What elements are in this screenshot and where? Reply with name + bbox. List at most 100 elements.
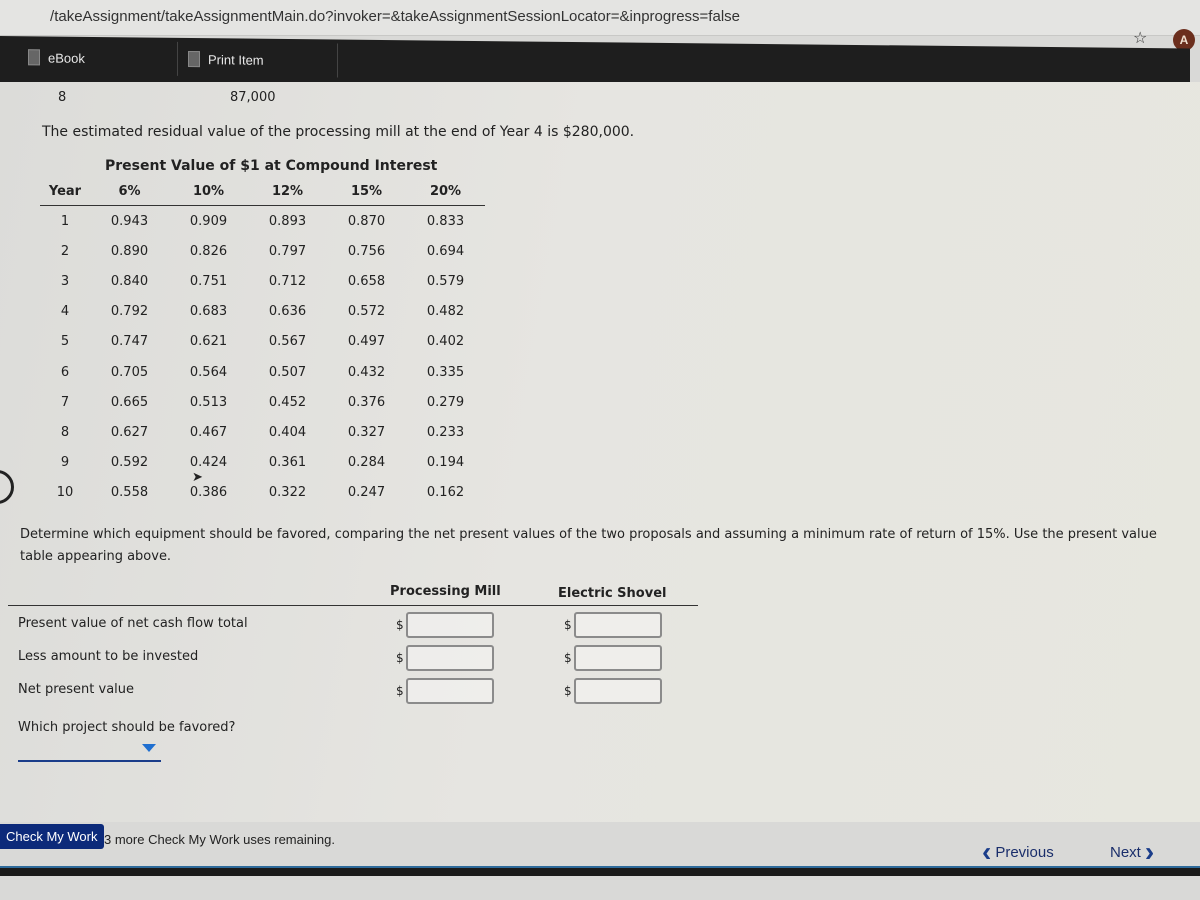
pv-factor-cell: 0.833 (426, 213, 465, 229)
pv-factor-cell: 0.497 (347, 334, 386, 350)
pv-factor-cell: 0.579 (426, 273, 465, 289)
answer-grid: Processing Mill Electric Shovel Present … (8, 582, 698, 762)
ebook-label: eBook (48, 50, 85, 66)
chevron-right-icon: › (1144, 836, 1155, 867)
pv-header-cell: 6% (118, 184, 141, 199)
pv-table-header: Year 6% 10% 12% 15% 20% (40, 178, 485, 206)
pv-year-cell: 7 (60, 394, 70, 410)
pv-factor-cell: 0.386 (189, 485, 228, 501)
cash-flow-year: 8 (58, 90, 67, 105)
print-icon (188, 50, 200, 68)
pv-factor-cell: 0.792 (110, 304, 149, 320)
url-text[interactable]: /takeAssignment/takeAssignmentMain.do?in… (0, 8, 900, 25)
pv-factor-cell: 0.247 (347, 485, 386, 501)
pv-table-row: 3 0.840 0.751 0.712 0.658 0.579 (40, 266, 485, 296)
pv-factor-cell: 0.558 (110, 485, 149, 501)
pv-year-cell: 9 (60, 455, 70, 471)
processing-mill-invested-input[interactable] (405, 645, 494, 671)
next-button[interactable]: Next › (1110, 836, 1155, 867)
pv-table-row: 10 0.558 0.386 0.322 0.247 0.162 (40, 478, 485, 508)
pv-table-title: Present Value of $1 at Compound Interest (105, 158, 438, 174)
currency-symbol: $ (396, 684, 404, 698)
pv-factor-cell: 0.284 (347, 455, 386, 471)
pv-factor-cell: 0.467 (189, 424, 228, 440)
favored-project-dropdown[interactable] (18, 742, 161, 762)
pv-factor-cell: 0.592 (110, 455, 149, 471)
pv-table-row: 7 0.665 0.513 0.452 0.376 0.279 (40, 387, 485, 417)
pv-factor-cell: 0.890 (110, 243, 149, 259)
check-uses-remaining: 3 more Check My Work uses remaining. (104, 832, 335, 847)
present-value-table: Year 6% 10% 12% 15% 20% 1 0.943 0.909 0.893… (40, 178, 485, 508)
processing-mill-header: Processing Mill (390, 584, 501, 599)
pv-factor-cell: 0.840 (110, 273, 149, 289)
pv-factor-cell: 0.826 (189, 243, 228, 259)
pv-year-cell: 10 (56, 485, 74, 501)
pv-table-row: 9 0.592 0.424 0.361 0.284 0.194 (40, 448, 485, 478)
row-label: Present value of net cash flow total (18, 616, 248, 631)
pv-factor-cell: 0.567 (268, 334, 307, 350)
answer-row: Less amount to be invested $ $ (8, 639, 698, 672)
pv-year-cell: 1 (60, 213, 70, 229)
pv-factor-cell: 0.404 (268, 424, 307, 440)
answer-row: Net present value $ $ (8, 672, 698, 705)
chevron-left-icon: ‹ (982, 836, 992, 867)
pv-header-cell: 20% (429, 184, 462, 199)
currency-symbol: $ (564, 618, 572, 632)
circle-mark-icon (0, 470, 14, 504)
pv-year-cell: 3 (60, 273, 70, 289)
pv-factor-cell: 0.376 (347, 394, 386, 410)
pv-table-row: 2 0.890 0.826 0.797 0.756 0.694 (40, 236, 485, 266)
electric-shovel-npv-input[interactable] (573, 678, 662, 704)
pv-header-cell: Year (48, 184, 82, 199)
pv-table-row: 6 0.705 0.564 0.507 0.432 0.335 (40, 357, 485, 387)
print-item-button[interactable]: Print Item (188, 41, 338, 78)
pv-factor-cell: 0.683 (189, 304, 228, 320)
pv-table-row: 4 0.792 0.683 0.636 0.572 0.482 (40, 297, 485, 327)
pv-factor-cell: 0.327 (347, 424, 386, 440)
next-label: Next (1110, 843, 1141, 861)
electric-shovel-invested-input[interactable] (573, 645, 662, 671)
pv-year-cell: 5 (60, 334, 70, 350)
electric-shovel-header: Electric Shovel (558, 586, 667, 601)
bookmark-star-icon[interactable]: ☆ (1133, 28, 1147, 47)
answer-row: Present value of net cash flow total $ $ (8, 606, 698, 639)
pv-factor-cell: 0.797 (268, 243, 307, 259)
pv-factor-cell: 0.909 (189, 213, 228, 229)
currency-symbol: $ (564, 684, 572, 698)
pv-factor-cell: 0.162 (426, 485, 465, 501)
previous-button[interactable]: ‹ Previous (982, 836, 1054, 867)
pv-factor-cell: 0.636 (268, 304, 307, 320)
pv-factor-cell: 0.751 (189, 273, 228, 289)
pv-year-cell: 2 (60, 243, 70, 259)
pv-header-cell: 10% (192, 184, 225, 199)
residual-value-text: The estimated residual value of the proc… (42, 124, 635, 140)
row-label: Net present value (18, 682, 135, 697)
pv-factor-cell: 0.572 (347, 304, 386, 320)
pv-factor-cell: 0.513 (189, 394, 228, 410)
previous-label: Previous (995, 843, 1054, 861)
pv-header-cell: 15% (350, 184, 383, 199)
pv-factor-cell: 0.747 (110, 334, 149, 350)
pv-factor-cell: 0.233 (426, 424, 465, 440)
browser-address-bar[interactable]: /takeAssignment/takeAssignmentMain.do?in… (0, 0, 1200, 51)
cash-flow-value: 87,000 (230, 90, 276, 105)
pv-table-row: 5 0.747 0.621 0.567 0.497 0.402 (40, 327, 485, 357)
dropdown-caret-icon (142, 744, 156, 752)
processing-mill-pv-input[interactable] (405, 612, 494, 638)
ebook-button[interactable]: eBook (28, 40, 178, 76)
processing-mill-npv-input[interactable] (405, 678, 494, 704)
electric-shovel-pv-input[interactable] (573, 612, 662, 638)
check-my-work-button[interactable]: Check My Work (0, 824, 104, 849)
pv-table-row: 1 0.943 0.909 0.893 0.870 0.833 (40, 206, 485, 236)
pv-factor-cell: 0.665 (110, 394, 149, 410)
row-label: Less amount to be invested (18, 649, 199, 664)
pv-factor-cell: 0.658 (347, 273, 386, 289)
pv-header-cell: 12% (271, 184, 304, 199)
pv-factor-cell: 0.627 (110, 424, 149, 440)
pv-factor-cell: 0.482 (426, 304, 465, 320)
footer-divider (0, 866, 1200, 876)
pv-factor-cell: 0.361 (268, 455, 307, 471)
pv-factor-cell: 0.621 (189, 334, 228, 350)
pv-factor-cell: 0.694 (426, 243, 465, 259)
pv-factor-cell: 0.452 (268, 394, 307, 410)
